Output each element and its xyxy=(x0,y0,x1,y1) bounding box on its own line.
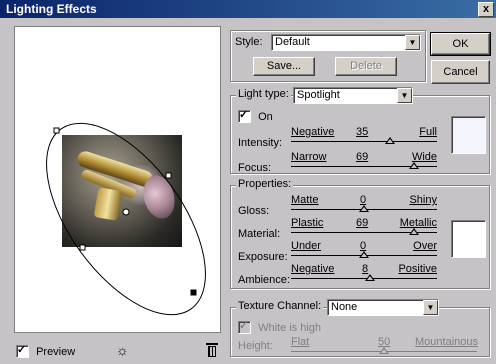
ambience-thumb[interactable] xyxy=(364,274,375,281)
height-min-label: Flat xyxy=(291,336,310,348)
height-thumb xyxy=(379,347,389,354)
intensity-max-label: Full xyxy=(419,126,437,138)
light-bulb-icon[interactable]: ☼ xyxy=(116,342,129,358)
material-value: 69 xyxy=(356,217,369,229)
chevron-down-icon[interactable]: ▼ xyxy=(405,35,420,50)
trash-icon[interactable] xyxy=(206,343,218,357)
properties-group: Properties: Gloss: Matte 0 Shiny Materia… xyxy=(230,178,490,291)
focus-min-label: Narrow xyxy=(291,151,327,163)
focus-slider[interactable]: Focus: Narrow 69 Wide xyxy=(238,151,443,179)
window-title: Lighting Effects xyxy=(6,2,97,16)
ambience-max-label: Positive xyxy=(398,263,437,275)
style-group: Style: Default ▼ Save... Delete xyxy=(230,30,426,82)
exposure-label: Exposure: xyxy=(238,251,288,263)
delete-button: Delete xyxy=(335,57,397,76)
cancel-button[interactable]: Cancel xyxy=(431,60,490,84)
spotlight-handle[interactable] xyxy=(79,244,86,251)
close-button[interactable]: x xyxy=(478,2,494,17)
style-select[interactable]: Default ▼ xyxy=(271,34,421,51)
preview-checkbox[interactable]: ✓ Preview xyxy=(16,344,76,358)
on-checkbox-box[interactable]: ✓ xyxy=(238,109,251,123)
preview-label: Preview xyxy=(36,345,76,358)
texture-channel-select[interactable]: None ▼ xyxy=(327,299,439,316)
preview-checkbox-box[interactable]: ✓ xyxy=(16,344,29,358)
light-type-select[interactable]: Spotlight ▼ xyxy=(293,87,413,104)
height-slider: Height: Flat 50 Mountainous xyxy=(238,336,478,364)
white-is-high-checkbox: ✓ White is high xyxy=(238,320,322,334)
material-label: Material: xyxy=(238,228,281,240)
style-select-value: Default xyxy=(275,36,310,48)
spotlight-handle[interactable] xyxy=(190,289,197,296)
light-type-group: Light type: Spotlight ▼ ✓ On Intensity: … xyxy=(230,87,490,174)
ambience-min-label: Negative xyxy=(291,263,335,275)
spotlight-handle[interactable] xyxy=(53,127,60,134)
save-button[interactable]: Save... xyxy=(253,57,315,76)
ambience-label: Ambience: xyxy=(238,274,290,286)
title-bar: Lighting Effects x xyxy=(0,0,496,18)
ambience-color-swatch[interactable] xyxy=(451,220,486,258)
on-checkbox[interactable]: ✓ On xyxy=(238,109,273,123)
intensity-value: 35 xyxy=(356,126,369,138)
height-label: Height: xyxy=(238,340,273,352)
intensity-slider[interactable]: Intensity: Negative 35 Full xyxy=(238,126,443,154)
texture-channel-select-value: None xyxy=(331,301,358,313)
spotlight-handle[interactable] xyxy=(165,172,172,179)
preview-area[interactable] xyxy=(14,26,221,333)
intensity-label: Intensity: xyxy=(238,137,283,149)
intensity-thumb[interactable] xyxy=(384,137,395,144)
on-label: On xyxy=(258,110,273,123)
material-min-label: Plastic xyxy=(291,217,324,229)
focus-value: 69 xyxy=(356,151,369,163)
texture-channel-legend: Texture Channel: xyxy=(236,300,324,312)
exposure-thumb[interactable] xyxy=(359,251,369,258)
intensity-track[interactable] xyxy=(291,141,437,142)
height-max-label: Mountainous xyxy=(415,336,478,348)
exposure-min-label: Under xyxy=(291,240,321,252)
gloss-max-label: Shiny xyxy=(409,194,437,206)
exposure-max-label: Over xyxy=(413,240,437,252)
style-label: Style: xyxy=(235,36,263,48)
white-is-high-checkbox-box: ✓ xyxy=(238,320,251,334)
light-color-swatch[interactable] xyxy=(451,116,486,154)
ambience-slider[interactable]: Ambience: Negative 8 Positive xyxy=(238,263,443,291)
ok-button[interactable]: OK xyxy=(430,32,491,56)
focus-label: Focus: xyxy=(238,162,272,174)
light-type-legend: Light type: xyxy=(236,88,291,100)
spotlight-ellipse[interactable] xyxy=(15,96,220,332)
spotlight-center[interactable] xyxy=(122,208,130,216)
properties-legend: Properties: xyxy=(236,178,294,190)
texture-group: Texture Channel: None ▼ ✓ White is high … xyxy=(230,299,490,357)
gloss-thumb[interactable] xyxy=(359,205,369,212)
chevron-down-icon[interactable]: ▼ xyxy=(397,88,412,103)
gloss-label: Gloss: xyxy=(238,205,270,217)
intensity-min-label: Negative xyxy=(291,126,335,138)
spotlight-overlay[interactable] xyxy=(15,27,220,332)
material-thumb[interactable] xyxy=(409,228,420,235)
gloss-min-label: Matte xyxy=(291,194,319,206)
focus-thumb[interactable] xyxy=(409,162,420,169)
light-type-select-value: Spotlight xyxy=(297,89,340,101)
white-is-high-label: White is high xyxy=(258,321,322,334)
chevron-down-icon[interactable]: ▼ xyxy=(423,300,438,315)
